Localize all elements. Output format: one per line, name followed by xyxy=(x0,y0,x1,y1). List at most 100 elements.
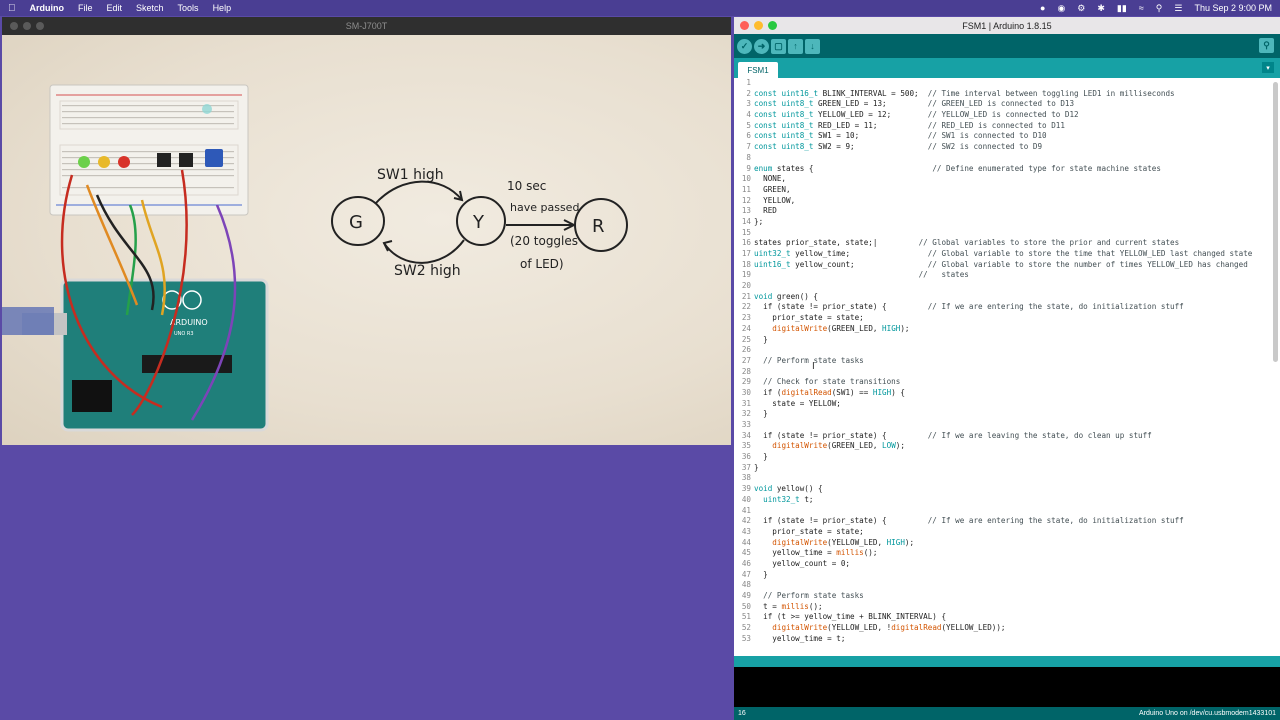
code-text: void yellow() { xyxy=(754,484,823,495)
code-text: // states xyxy=(754,270,969,281)
settings-icon[interactable]: ⚙ xyxy=(1077,3,1085,14)
battery-icon[interactable]: ▮▮ xyxy=(1117,3,1127,14)
line-number: 38 xyxy=(741,473,751,483)
code-text: if (state != prior_state) { // If we are… xyxy=(754,431,1152,442)
line-number: 25 xyxy=(741,334,751,344)
tab-fsm1[interactable]: FSM1 xyxy=(738,62,778,78)
code-token: HIGH xyxy=(886,537,905,547)
upload-button[interactable]: ➜ xyxy=(754,38,769,54)
edge-timer-line3: (20 toggles xyxy=(510,234,578,248)
code-token: if (state != prior_state) { xyxy=(754,516,928,526)
code-token: const xyxy=(754,110,782,120)
line-number: 18 xyxy=(741,259,751,269)
state-g-label: G xyxy=(349,212,363,233)
code-line: 29 // Check for state transitions xyxy=(734,377,1252,388)
line-number: 11 xyxy=(741,184,751,194)
code-token: digitalWrite xyxy=(772,323,828,333)
code-token: uint32_t xyxy=(754,249,796,258)
code-text: state = YELLOW; xyxy=(754,399,841,410)
status-app-icon[interactable]: ● xyxy=(1040,3,1045,13)
search-icon[interactable]: ⚲ xyxy=(1156,3,1163,14)
code-text: digitalWrite(YELLOW_LED, !digitalRead(YE… xyxy=(754,623,1005,634)
ide-title: FSM1 | Arduino 1.8.15 xyxy=(962,20,1052,31)
record-icon[interactable]: ◉ xyxy=(1057,3,1065,14)
line-number: 30 xyxy=(741,387,751,397)
code-token: } xyxy=(754,569,768,579)
edge-sw1-label: SW1 high xyxy=(377,167,444,183)
save-button[interactable]: ↓ xyxy=(805,38,820,54)
code-token: (SW1) == xyxy=(831,387,873,397)
code-text: } xyxy=(754,335,768,346)
menu-app-name[interactable]: Arduino xyxy=(30,3,65,13)
code-token: green() { xyxy=(776,291,819,301)
zoom-button[interactable] xyxy=(768,21,777,30)
line-number: 35 xyxy=(741,441,751,451)
yellow-led xyxy=(98,156,110,168)
code-editor[interactable]: 1 2 const uint16_t BLINK_INTERVAL = 500; /… xyxy=(734,78,1280,656)
bluetooth-icon[interactable]: ✱ xyxy=(1097,3,1105,14)
code-token: ) { xyxy=(891,387,905,397)
menu-help[interactable]: Help xyxy=(213,3,232,13)
wifi-icon[interactable]: ≈ xyxy=(1139,3,1144,13)
line-number: 48 xyxy=(741,580,751,590)
line-number: 43 xyxy=(741,526,751,536)
line-number: 47 xyxy=(741,569,751,579)
code-token: digitalWrite xyxy=(772,537,828,547)
code-line: 10 NONE, xyxy=(734,174,1252,185)
editor-scrollbar[interactable] xyxy=(1273,82,1278,362)
menu-sketch[interactable]: Sketch xyxy=(136,3,164,13)
apple-menu-icon[interactable]:  xyxy=(8,3,16,14)
edge-timer-line1: 10 sec xyxy=(507,179,546,193)
code-line: 16 states prior_state, state;| // Global … xyxy=(734,238,1252,249)
serial-monitor-button[interactable]: ⚲ xyxy=(1259,38,1274,53)
code-token: // RED_LED is connected to D11 xyxy=(927,120,1065,130)
code-token: HIGH xyxy=(882,323,901,333)
line-number: 53 xyxy=(741,633,751,643)
close-button[interactable] xyxy=(10,22,18,30)
code-text: void green() { xyxy=(754,292,818,303)
code-text: NONE, xyxy=(754,174,786,185)
control-center-icon[interactable]: ☰ xyxy=(1174,3,1182,14)
line-number: 6 xyxy=(746,131,751,141)
code-token: const xyxy=(754,88,782,98)
verify-button[interactable]: ✓ xyxy=(737,38,752,54)
open-button[interactable]: ↑ xyxy=(788,38,803,54)
line-number: 20 xyxy=(741,281,751,291)
code-token: RED xyxy=(754,206,777,216)
line-number: 13 xyxy=(741,206,751,216)
code-token: yellow_time = xyxy=(754,548,837,558)
code-token: yellow_count = 0; xyxy=(754,558,851,568)
zoom-button[interactable] xyxy=(36,22,44,30)
tab-menu-button[interactable]: ▾ xyxy=(1262,62,1274,73)
code-token: // Perform state tasks xyxy=(763,591,864,600)
code-line: 49 // Perform state tasks xyxy=(734,591,1252,602)
code-token: yellow_count; xyxy=(795,259,928,269)
new-button[interactable]: ▢ xyxy=(771,38,786,54)
code-token: void xyxy=(754,291,777,301)
code-token: uint8_t xyxy=(781,110,819,120)
line-number: 19 xyxy=(741,270,751,280)
code-line: 43 prior_state = state; xyxy=(734,527,1252,538)
code-token: // GREEN_LED is connected to D13 xyxy=(927,99,1075,109)
ide-titlebar: FSM1 | Arduino 1.8.15 xyxy=(734,17,1280,34)
line-number: 2 xyxy=(746,88,751,98)
code-text: t = millis(); xyxy=(754,602,822,613)
menu-clock[interactable]: Thu Sep 2 9:00 PM xyxy=(1194,3,1272,13)
text-cursor-icon: I xyxy=(812,361,815,372)
state-diagram-labels: G Y R SW1 high SW2 high 10 sec have pass… xyxy=(349,167,605,279)
code-line: 44 digitalWrite(YELLOW_LED, HIGH); xyxy=(734,538,1252,549)
close-button[interactable] xyxy=(740,21,749,30)
menu-tools[interactable]: Tools xyxy=(178,3,199,13)
code-token: millis xyxy=(836,548,864,558)
code-line: 48 xyxy=(734,580,1252,591)
minimize-button[interactable] xyxy=(754,21,763,30)
code-token: // Define enumerated type for state mach… xyxy=(932,163,1161,173)
menu-file[interactable]: File xyxy=(78,3,93,13)
code-text: } xyxy=(754,463,759,474)
camera-scene: ARDUINO UNO R3 G Y R SW1 high SW2 high 1… xyxy=(2,84,628,432)
minimize-button[interactable] xyxy=(23,22,31,30)
menu-edit[interactable]: Edit xyxy=(107,3,123,13)
